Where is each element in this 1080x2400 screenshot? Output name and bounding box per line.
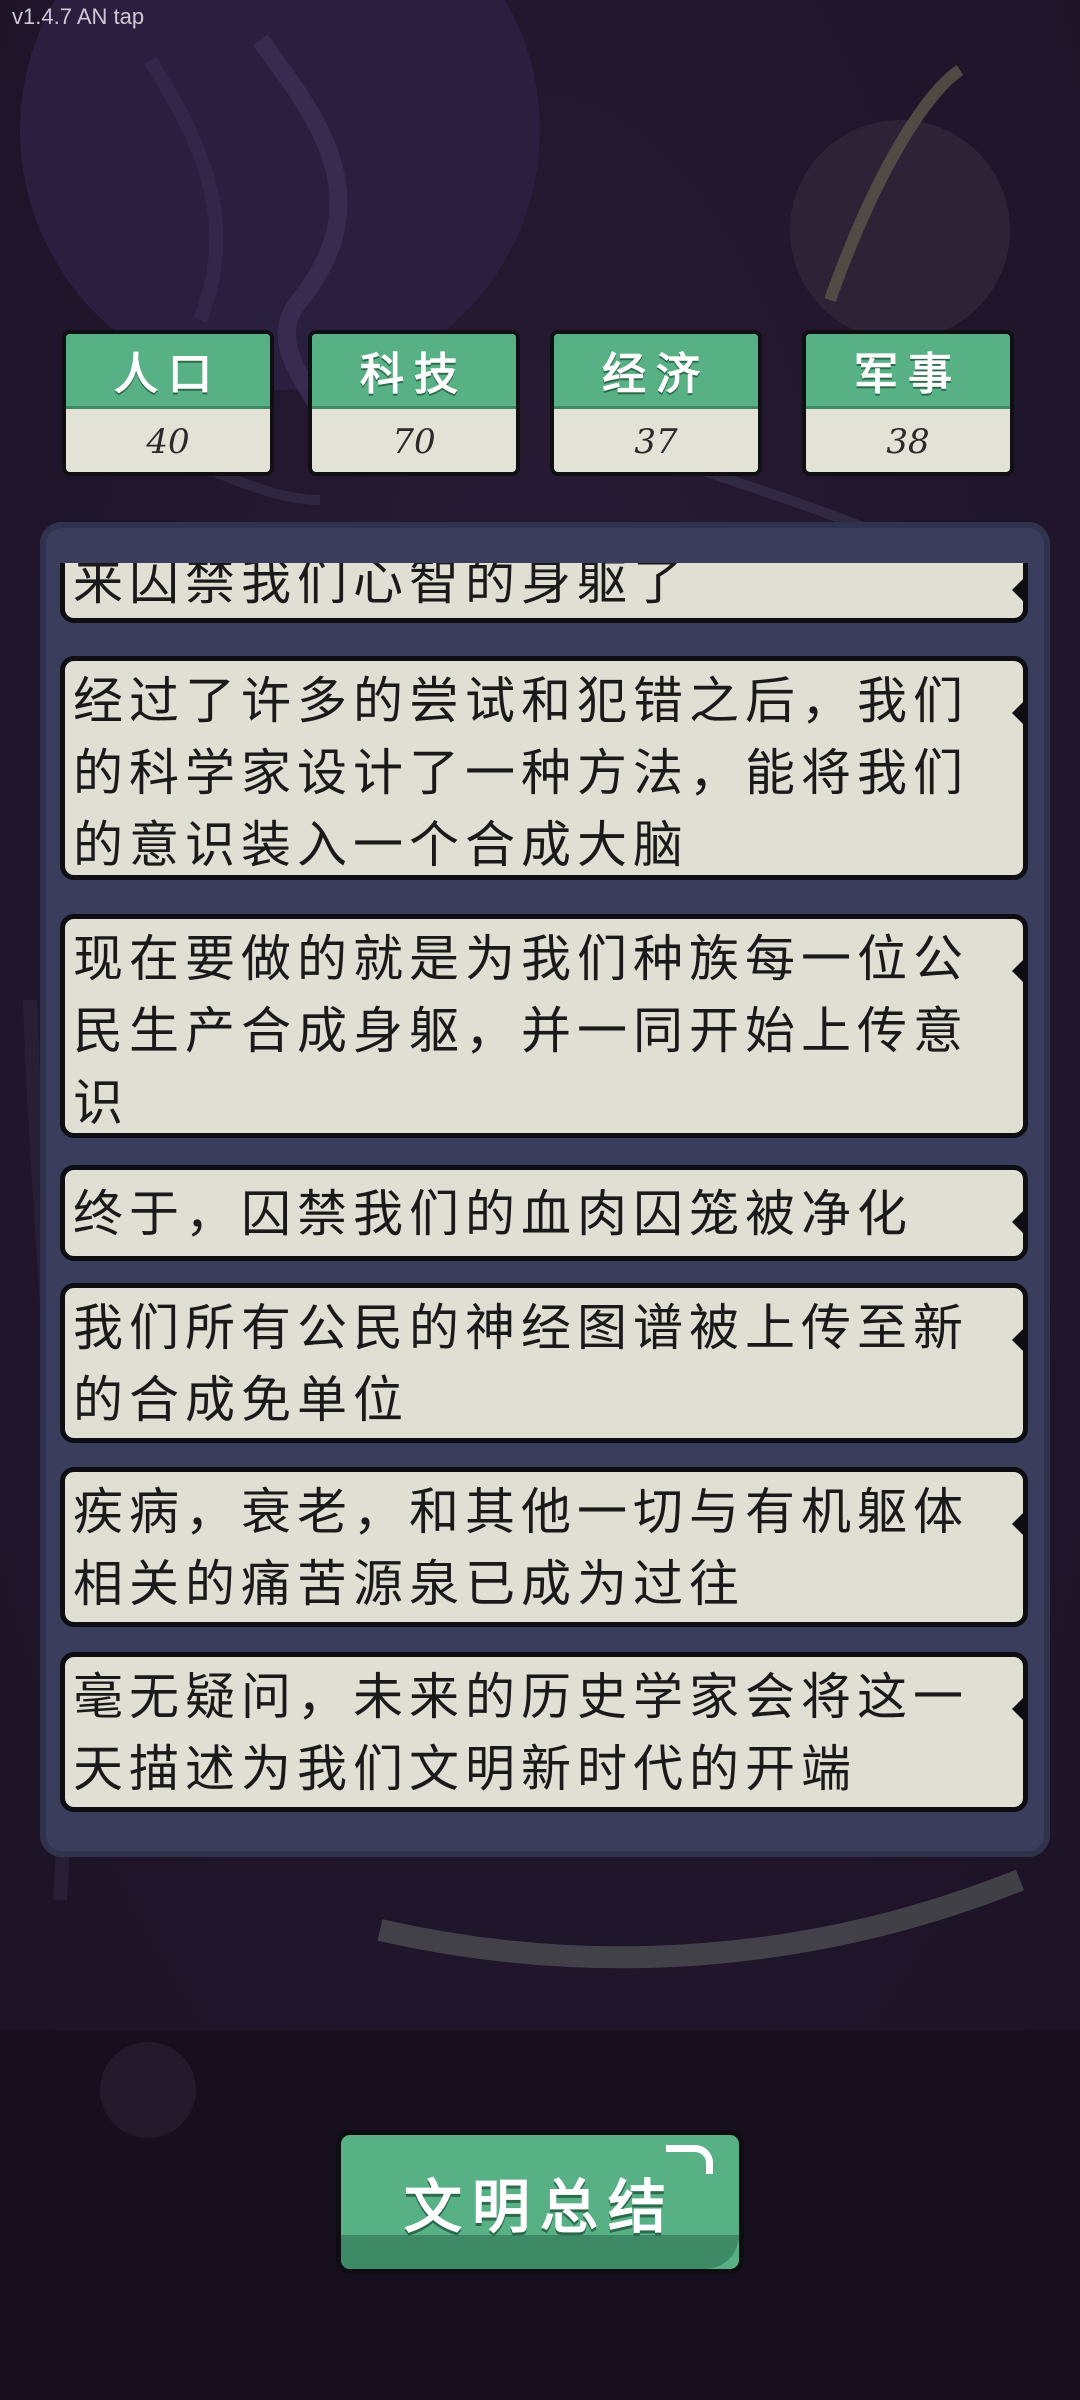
stat-label: 人口 (66, 334, 270, 409)
stat-card-economy: 经济 37 (550, 330, 762, 476)
version-label: v1.4.7 AN tap (12, 4, 145, 29)
stat-card-military: 军事 38 (802, 330, 1014, 476)
log-message: 疾病，衰老，和其他一切与有机躯体相关的痛苦源泉已成为过往 (60, 1467, 1028, 1627)
stat-label: 科技 (312, 334, 516, 409)
stat-value: 37 (634, 422, 678, 462)
stat-card-technology: 科技 70 (308, 330, 520, 476)
civilization-summary-button[interactable]: 文明总结 (336, 2130, 744, 2274)
stat-label: 经济 (554, 334, 758, 409)
stat-label: 军事 (806, 334, 1010, 409)
stat-value: 40 (146, 422, 190, 462)
summary-button-label: 文明总结 (403, 2173, 676, 2241)
event-log-scroll-area[interactable]: 来囚禁我们心智的身躯了 经过了许多的尝试和犯错之后，我们的科学家设计了一种方法，… (60, 563, 1028, 1823)
log-message: 现在要做的就是为我们种族每一位公民生产合成身躯，并一同开始上传意识 (60, 914, 1028, 1138)
log-message: 我们所有公民的神经图谱被上传至新的合成免单位 (60, 1283, 1028, 1443)
log-message: 经过了许多的尝试和犯错之后，我们的科学家设计了一种方法，能将我们的意识装入一个合… (60, 656, 1028, 880)
log-message: 终于，囚禁我们的血肉囚笼被净化 (60, 1165, 1028, 1261)
log-message: 毫无疑问，未来的历史学家会将这一天描述为我们文明新时代的开端 (60, 1652, 1028, 1812)
stat-card-population: 人口 40 (62, 330, 274, 476)
log-message: 来囚禁我们心智的身躯了 (60, 563, 1028, 623)
stat-value: 70 (392, 422, 436, 462)
stat-value: 38 (886, 422, 930, 462)
